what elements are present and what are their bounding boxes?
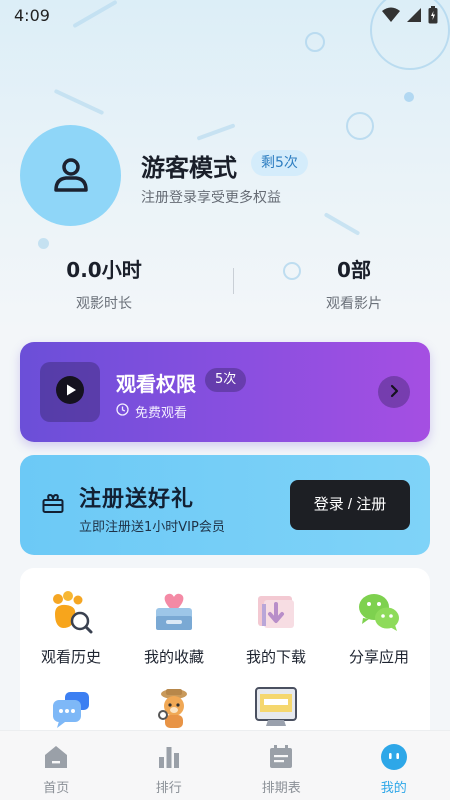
nav-item-profile[interactable]: 我的 xyxy=(338,731,450,800)
ranking-icon xyxy=(113,743,226,771)
download-icon xyxy=(254,590,298,634)
watch-permission-subtitle: 免费观看 xyxy=(116,402,187,421)
status-icons xyxy=(382,6,438,28)
grid-label: 我的收藏 xyxy=(143,648,204,666)
signal-icon xyxy=(406,7,422,27)
watch-permission-title: 观看权限 xyxy=(116,372,196,396)
feedback-icon xyxy=(49,686,93,730)
mascot-icon xyxy=(152,686,196,730)
decor-dot xyxy=(38,238,49,249)
nav-item-schedule[interactable]: 排期表 xyxy=(225,731,338,800)
battery-icon xyxy=(428,6,438,28)
play-icon xyxy=(55,375,85,409)
register-title: 注册送好礼 xyxy=(79,487,195,512)
watch-permission-subtitle-text: 免费观看 xyxy=(135,406,188,421)
watch-permission-arrow[interactable] xyxy=(378,376,410,408)
decor-line xyxy=(53,88,105,116)
decor-ring xyxy=(346,112,374,140)
nav-label: 排行 xyxy=(155,781,182,796)
remaining-count-badge: 剩5次 xyxy=(251,150,308,176)
user-icon xyxy=(51,154,91,198)
decor-line xyxy=(323,212,361,236)
watch-count-badge: 5次 xyxy=(205,368,247,392)
home-icon xyxy=(0,743,113,771)
grid-item-downloads[interactable]: 我的下载 xyxy=(225,590,327,667)
grid-label: 观看历史 xyxy=(40,648,101,666)
grid-label: 分享应用 xyxy=(348,648,409,666)
profile-subtitle[interactable]: 注册登录享受更多权益 xyxy=(141,187,281,207)
status-bar: 4:09 xyxy=(0,0,450,32)
nav-label: 排期表 xyxy=(261,781,301,796)
nav-item-ranking[interactable]: 排行 xyxy=(113,731,226,800)
nav-item-home[interactable]: 首页 xyxy=(0,731,113,800)
grid-item-favorites[interactable]: 我的收藏 xyxy=(123,590,225,667)
avatar[interactable] xyxy=(20,125,121,226)
profile-icon xyxy=(338,743,450,771)
schedule-icon xyxy=(225,743,338,771)
chevron-right-icon xyxy=(388,383,400,402)
stat-label: 观看影片 xyxy=(326,296,382,312)
watch-permission-card[interactable]: 观看权限 5次 免费观看 xyxy=(20,342,430,442)
grid-item-history[interactable]: 观看历史 xyxy=(20,590,122,667)
stat-watched-count: 0部 观看影片 xyxy=(279,254,429,313)
bottom-navigation: 首页 排行 排期表 我的 xyxy=(0,730,450,800)
favorites-icon xyxy=(152,590,196,634)
clock-icon xyxy=(116,403,129,420)
nav-label: 我的 xyxy=(380,781,407,796)
stat-value: 0.0小时 xyxy=(66,258,142,282)
stat-watch-time: 0.0小时 观影时长 xyxy=(29,254,179,313)
profile-name: 游客模式 xyxy=(141,154,237,182)
decor-line xyxy=(196,123,236,141)
register-promo-card[interactable]: 注册送好礼 立即注册送1小时VIP会员 登录 / 注册 xyxy=(20,455,430,555)
stat-label: 观影时长 xyxy=(76,296,132,312)
stat-divider xyxy=(233,268,234,294)
nav-label: 首页 xyxy=(43,781,70,796)
login-register-button[interactable]: 登录 / 注册 xyxy=(290,480,410,530)
grid-label: 我的下载 xyxy=(245,648,306,666)
decor-ring xyxy=(305,32,325,52)
gift-icon xyxy=(41,491,65,519)
register-subtitle: 立即注册送1小时VIP会员 xyxy=(79,520,225,535)
grid-item-share[interactable]: 分享应用 xyxy=(328,590,430,667)
history-icon xyxy=(49,590,93,634)
share-icon xyxy=(357,590,401,634)
decor-dot xyxy=(404,92,414,102)
wifi-icon xyxy=(382,7,400,27)
stat-value: 0部 xyxy=(337,258,371,282)
status-time: 4:09 xyxy=(14,6,50,25)
play-tile xyxy=(40,362,100,422)
website-icon xyxy=(254,686,298,730)
